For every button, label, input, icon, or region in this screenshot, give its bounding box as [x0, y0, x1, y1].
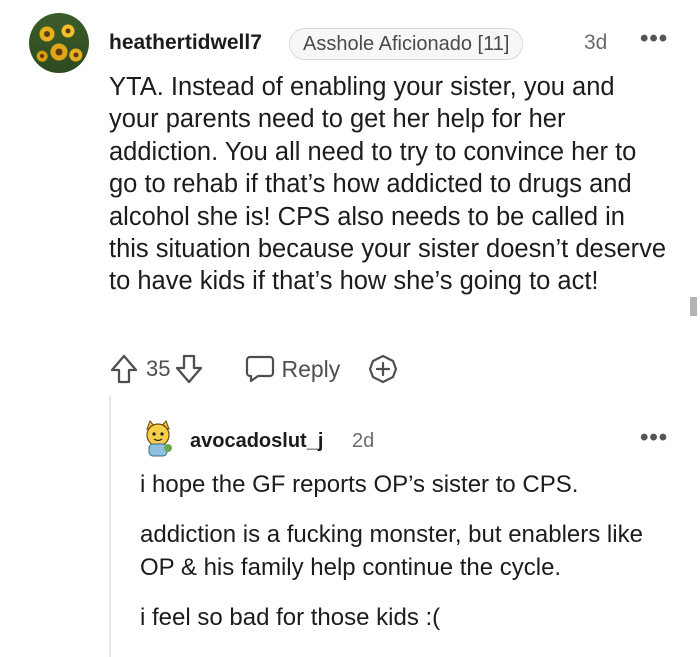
ellipsis-icon[interactable]: ••• [640, 25, 668, 53]
vote-count: 35 [146, 356, 171, 381]
comment-text: YTA. Instead of enabling your sister, yo… [109, 73, 667, 296]
sunflower-avatar-icon [40, 28, 79, 58]
cartoon-avatar-icon [146, 420, 172, 457]
upvote-icon[interactable] [109, 353, 139, 385]
award-icon[interactable] [367, 353, 399, 385]
reply-paragraph: addiction is a fucking monster, but enab… [140, 521, 643, 581]
username[interactable]: heathertidwell7 [109, 31, 262, 55]
thread-line[interactable] [109, 395, 111, 657]
reply-paragraph: i feel so bad for those kids :( [140, 604, 441, 631]
reply-label: Reply [281, 355, 341, 382]
reply-paragraph: i hope the GF reports OP’s sister to CPS… [140, 471, 579, 498]
comment-body: YTA. Instead of enabling your sister, yo… [109, 71, 669, 298]
reply-timestamp[interactable]: 2d [352, 430, 374, 453]
reply-body: i hope the GF reports OP’s sister to CPS… [140, 468, 680, 651]
reply-ellipsis-icon[interactable]: ••• [640, 424, 668, 452]
downvote-icon[interactable] [174, 353, 204, 385]
reply-button[interactable]: Reply [244, 354, 340, 384]
comment-bubble-icon [246, 355, 275, 383]
reply-username[interactable]: avocadoslut_j [190, 430, 323, 453]
avatar[interactable] [29, 13, 89, 73]
user-flair: Asshole Aficionado [11] [289, 28, 524, 60]
scrollbar-thumb[interactable] [690, 297, 697, 316]
timestamp[interactable]: 3d [584, 31, 607, 55]
comment-actions: 35 Reply [109, 352, 399, 386]
reply-avatar[interactable] [140, 418, 176, 458]
